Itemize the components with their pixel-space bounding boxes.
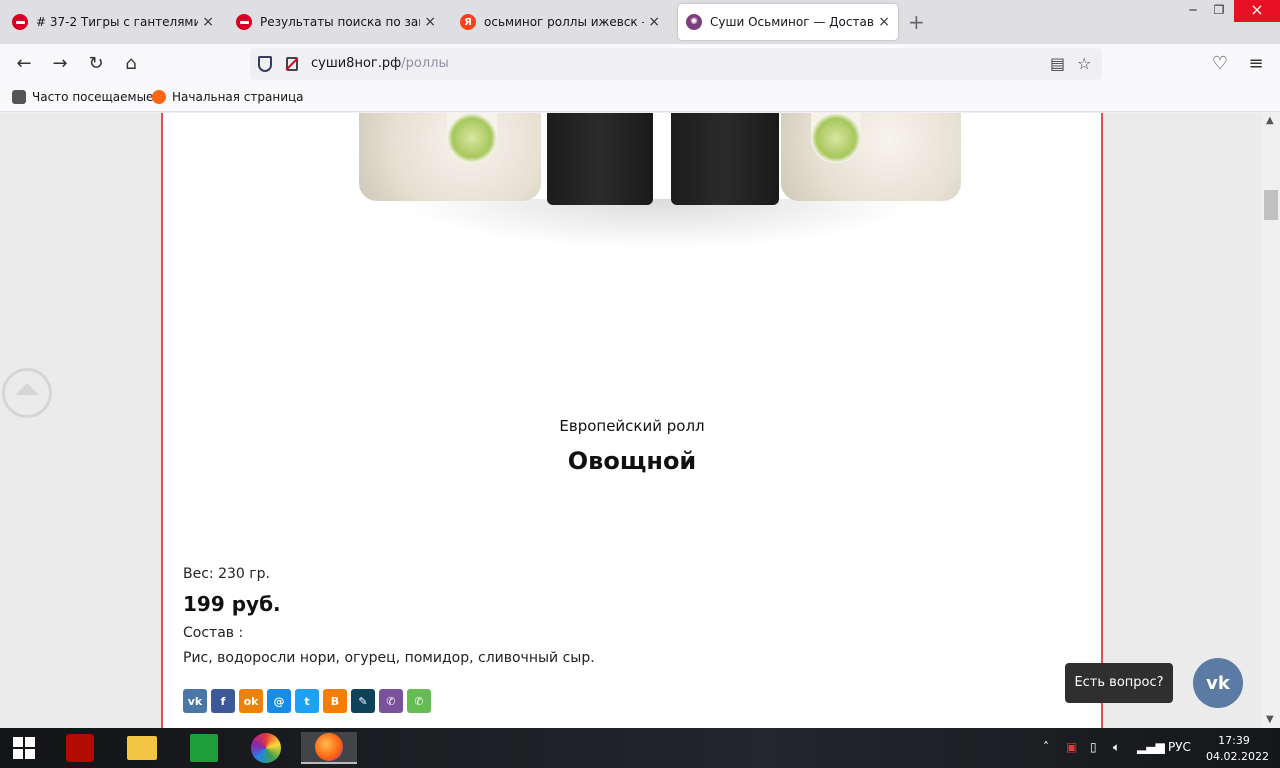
close-tab-icon[interactable]: ×	[202, 14, 214, 30]
bookmark-label: Часто посещаемые	[32, 90, 154, 104]
product-card: Европейский ролл Овощной Вес: 230 гр. 19…	[161, 113, 1103, 728]
share-twitter-icon[interactable]: t	[295, 689, 319, 713]
device-icon[interactable]: ▯	[1090, 740, 1097, 754]
vk-chat-button[interactable]: vk	[1193, 658, 1243, 708]
roll-filling	[447, 113, 497, 163]
product-weight: Вес: 230 гр.	[183, 566, 270, 582]
share-odnoklassniki-icon[interactable]: ok	[239, 689, 263, 713]
composition-text: Рис, водоросли нори, огурец, помидор, сл…	[183, 650, 595, 666]
octopus-icon: ✺	[686, 14, 702, 30]
acrobat-taskbar-icon[interactable]	[62, 732, 98, 764]
bookmark-label: Начальная страница	[172, 90, 304, 104]
bookmark-most-visited[interactable]: Часто посещаемые	[12, 90, 153, 104]
home-button[interactable]: ⌂	[119, 52, 143, 76]
tab-4-active[interactable]: ✺ Суши Осьминог — Доставка с ×	[678, 4, 898, 40]
pocket-icon[interactable]: ♡	[1208, 52, 1232, 76]
share-livejournal-icon[interactable]: ✎	[351, 689, 375, 713]
product-name: Овощной	[567, 447, 697, 475]
tab-title: Суши Осьминог — Доставка с	[710, 15, 874, 29]
scroll-up-arrow-icon[interactable]: ▲	[1266, 115, 1274, 126]
share-facebook-icon[interactable]: f	[211, 689, 235, 713]
product-image	[359, 113, 963, 263]
firefox-icon	[152, 90, 166, 104]
roll-piece	[547, 113, 653, 205]
roll-piece	[781, 113, 961, 201]
close-tab-icon[interactable]: ×	[878, 14, 890, 30]
maximize-button[interactable]: ❐	[1204, 0, 1234, 22]
menu-icon[interactable]: ≡	[1244, 52, 1268, 76]
tab-title: Результаты поиска по запросу	[260, 15, 420, 29]
share-viber-icon[interactable]: ✆	[379, 689, 403, 713]
volume-icon[interactable]: 🔈︎	[1113, 740, 1120, 755]
clock-time: 17:39	[1218, 734, 1250, 747]
store-taskbar-icon[interactable]	[186, 732, 222, 764]
firefox-taskbar-icon[interactable]	[301, 732, 357, 764]
url-host: суши8ног.рф	[311, 56, 402, 71]
windows-taskbar: ˄ ▣ ▯ 🔈︎ ▂▄▆ РУС 17:39 04.02.2022	[0, 728, 1280, 768]
tab-2[interactable]: Результаты поиска по запросу ×	[228, 4, 444, 40]
gear-icon	[12, 90, 26, 104]
reload-button[interactable]: ↻	[84, 52, 108, 76]
close-tab-icon[interactable]: ×	[424, 14, 436, 30]
windows-logo-icon	[13, 737, 35, 759]
tab-1[interactable]: # 37-2 Тигры с гантелями | Стр ×	[4, 4, 222, 40]
composition-label: Состав :	[183, 625, 244, 641]
insecure-lock-icon[interactable]	[286, 57, 298, 71]
page-scrollbar[interactable]: ▲ ▼	[1262, 113, 1280, 728]
share-buttons: vk f ok @ t B ✎ ✆ ✆	[183, 689, 431, 713]
roll-piece	[671, 113, 779, 205]
share-whatsapp-icon[interactable]: ✆	[407, 689, 431, 713]
network-error-icon[interactable]: ▣	[1066, 740, 1077, 754]
scroll-to-top-button[interactable]	[2, 368, 52, 418]
blocked-site-icon	[12, 14, 28, 30]
clock-date: 04.02.2022	[1206, 750, 1269, 763]
tab-strip: # 37-2 Тигры с гантелями | Стр × Результ…	[0, 0, 1280, 44]
image-shadow	[399, 199, 919, 249]
close-tab-icon[interactable]: ×	[648, 14, 660, 30]
network-signal-icon[interactable]: ▂▄▆	[1137, 740, 1165, 754]
share-vk-icon[interactable]: vk	[183, 689, 207, 713]
url-text[interactable]: суши8ног.рф/роллы	[311, 56, 449, 71]
forward-button[interactable]: →	[48, 52, 72, 76]
file-explorer-taskbar-icon[interactable]	[124, 732, 160, 764]
tab-title: # 37-2 Тигры с гантелями | Стр	[36, 15, 199, 29]
navigation-bar: ← → ↻ ⌂ суши8ног.рф/роллы ▤ ☆ ♡ ≡	[0, 44, 1280, 84]
roll-piece	[359, 113, 541, 201]
show-hidden-icons-icon[interactable]: ˄	[1043, 740, 1049, 754]
back-button[interactable]: ←	[12, 52, 36, 76]
share-blogger-icon[interactable]: B	[323, 689, 347, 713]
blocked-site-icon	[236, 14, 252, 30]
tab-title: осьминог роллы ижевск — Ян	[484, 15, 644, 29]
yandex-icon: Я	[460, 14, 476, 30]
url-bar[interactable]: суши8ног.рф/роллы ▤ ☆	[250, 48, 1102, 80]
bookmark-start-page[interactable]: Начальная страница	[152, 90, 304, 104]
language-indicator[interactable]: РУС	[1168, 740, 1191, 754]
roll-filling	[811, 113, 861, 163]
reader-view-icon[interactable]: ▤	[1050, 54, 1065, 73]
close-window-button[interactable]: ×	[1234, 0, 1280, 22]
scrollbar-thumb[interactable]	[1264, 190, 1278, 220]
product-category: Европейский ролл	[559, 417, 705, 435]
product-price: 199 руб.	[183, 592, 281, 616]
page-viewport: Европейский ролл Овощной Вес: 230 гр. 19…	[0, 113, 1262, 728]
bookmark-star-icon[interactable]: ☆	[1077, 54, 1091, 73]
new-tab-button[interactable]: +	[908, 10, 925, 34]
tracking-protection-shield-icon[interactable]	[258, 56, 272, 72]
tab-3[interactable]: Я осьминог роллы ижевск — Ян ×	[452, 4, 668, 40]
scroll-down-arrow-icon[interactable]: ▼	[1266, 714, 1274, 725]
chat-question-tooltip[interactable]: Есть вопрос?	[1065, 663, 1173, 703]
start-button[interactable]	[6, 732, 42, 764]
url-path: /роллы	[401, 56, 449, 71]
system-clock[interactable]: 17:39 04.02.2022	[1206, 733, 1269, 765]
bookmarks-toolbar: Часто посещаемые Начальная страница	[0, 84, 1280, 112]
share-moimir-icon[interactable]: @	[267, 689, 291, 713]
color-app-taskbar-icon[interactable]	[248, 732, 284, 764]
